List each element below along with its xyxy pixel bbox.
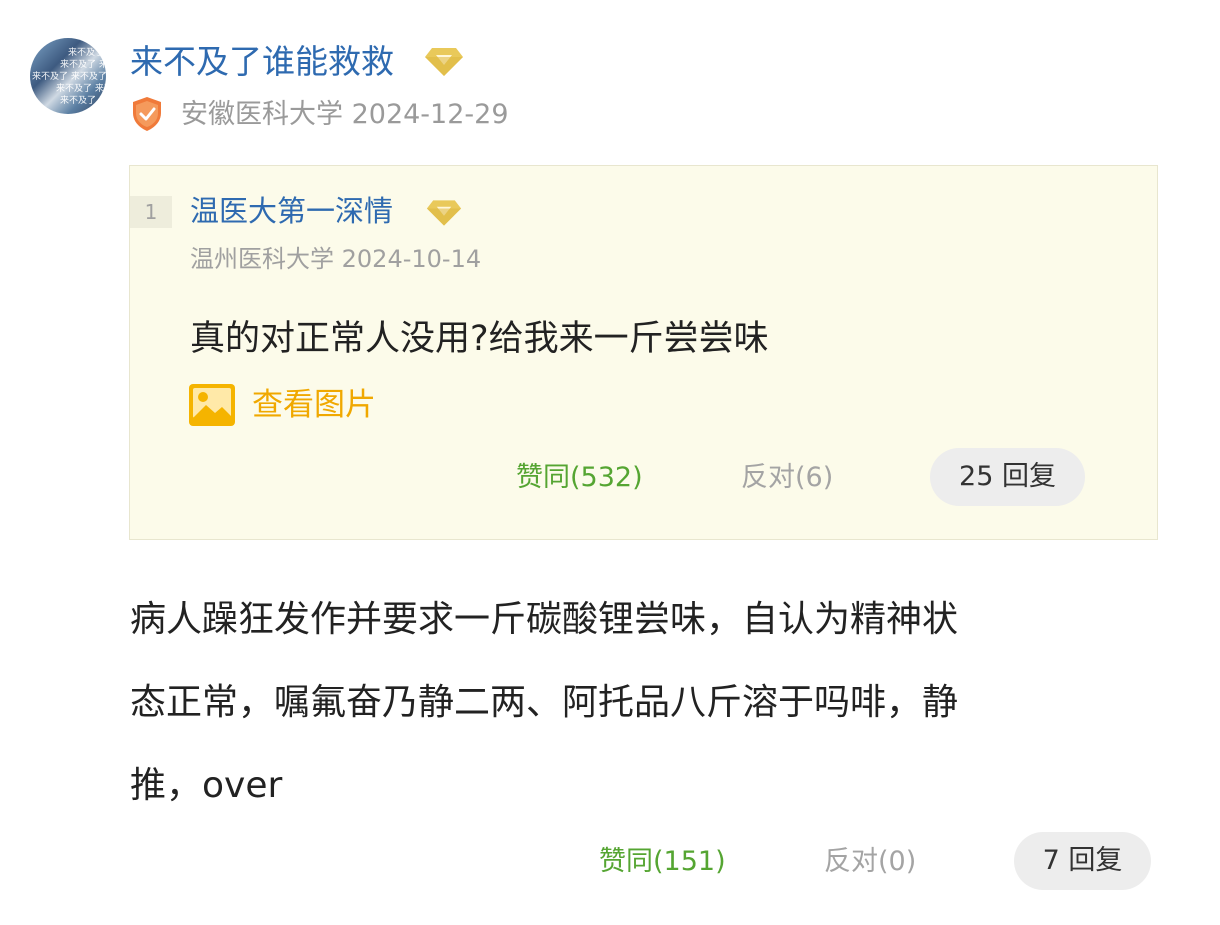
quote-school: 温州医科大学 bbox=[190, 245, 334, 273]
avatar-text: 来不及了 来不及了 bbox=[32, 72, 106, 82]
quote-username[interactable]: 温医大第一深情 bbox=[190, 190, 393, 232]
avatar-text: 来不及了 来不及了 bbox=[60, 60, 106, 70]
comment-school: 安徽医科大学 bbox=[181, 99, 343, 130]
avatar-text: 来不及了 来不及 bbox=[60, 96, 106, 106]
image-icon bbox=[189, 384, 235, 426]
quoted-comment[interactable]: 1 温医大第一深情 温州医科大学 2024-10-14 真的对正常人没用?给我来… bbox=[129, 165, 1158, 540]
avatar-text: 来不及了 bbox=[68, 48, 105, 58]
comment-date: 2024-12-29 bbox=[351, 99, 509, 130]
comment-line: 推，over bbox=[130, 765, 283, 806]
quote-date: 2024-10-14 bbox=[341, 245, 482, 273]
avatar-text: 来不及了 来不及 bbox=[56, 84, 106, 94]
view-image-label: 查看图片 bbox=[252, 387, 376, 423]
avatar[interactable]: 来不及了 来不及了 来不及了 来不及了 来不及了 来不及了 来不及 来不及了 来… bbox=[30, 38, 106, 114]
comment-content: 病人躁狂发作并要求一斤碳酸锂尝味，自认为精神状 态正常，嘱氟奋乃静二两、阿托品八… bbox=[130, 578, 1130, 827]
diamond-badge-icon bbox=[425, 48, 463, 76]
view-image-button[interactable]: 查看图片 bbox=[188, 380, 376, 430]
shield-verified-icon bbox=[133, 97, 161, 131]
diamond-badge-icon bbox=[426, 200, 462, 226]
comment-meta: 安徽医科大学 2024-12-29 bbox=[181, 96, 509, 134]
comment-line: 态正常，嘱氟奋乃静二两、阿托品八斤溶于吗啡，静 bbox=[130, 682, 959, 723]
oppose-button[interactable]: 反对(0) bbox=[824, 842, 916, 882]
comment-username[interactable]: 来不及了谁能救救 bbox=[130, 40, 394, 84]
oppose-button[interactable]: 反对(6) bbox=[741, 458, 833, 498]
quote-meta: 温州医科大学 2024-10-14 bbox=[190, 242, 481, 276]
agree-button[interactable]: 赞同(532) bbox=[516, 458, 643, 498]
reply-button[interactable]: 25 回复 bbox=[930, 448, 1085, 506]
reply-button[interactable]: 7 回复 bbox=[1014, 832, 1151, 890]
agree-button[interactable]: 赞同(151) bbox=[599, 842, 726, 882]
comment-line: 病人躁狂发作并要求一斤碳酸锂尝味，自认为精神状 bbox=[130, 599, 959, 640]
floor-number: 1 bbox=[130, 196, 172, 228]
quote-content: 真的对正常人没用?给我来一斤尝尝味 bbox=[190, 319, 769, 359]
